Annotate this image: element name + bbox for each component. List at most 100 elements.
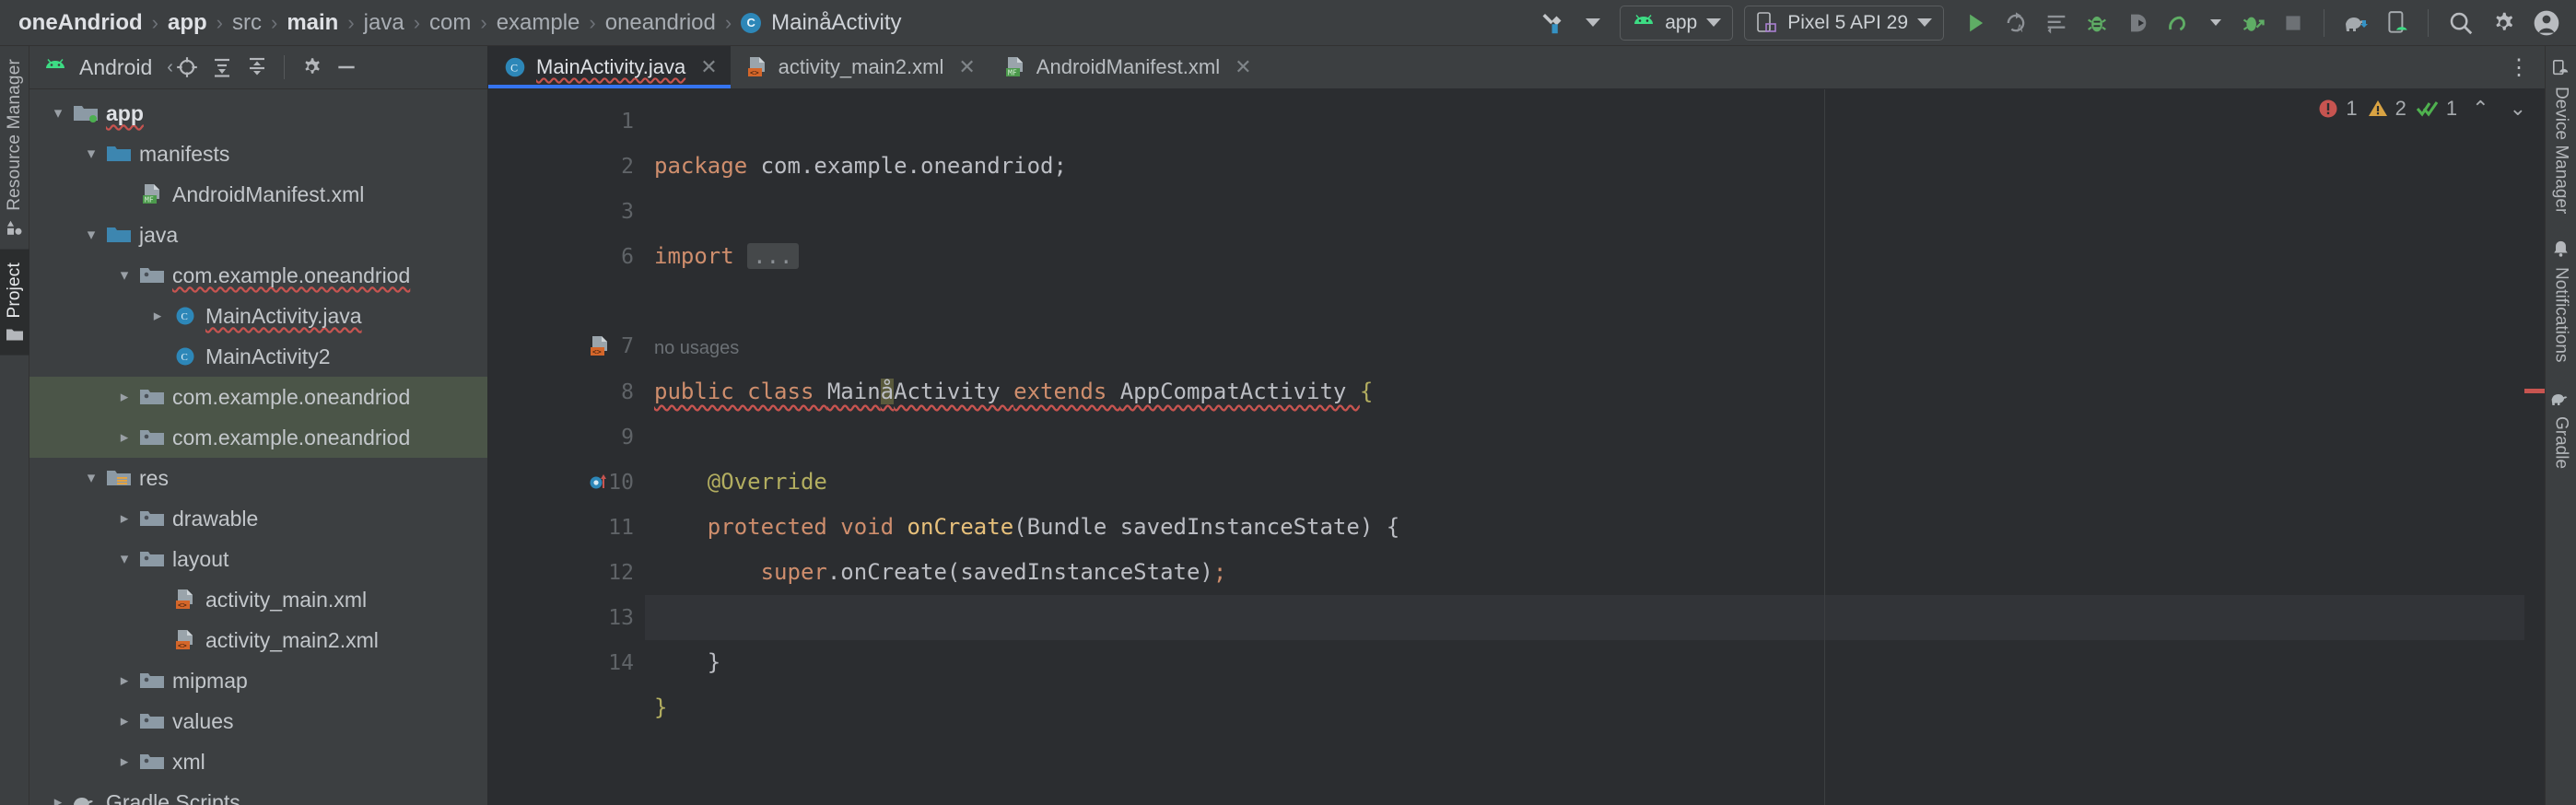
device-selector[interactable]: Pixel 5 API 29 (1744, 5, 1944, 41)
tree-node-package-oneandriod-3[interactable]: ▸ com.example.oneandriod (29, 417, 487, 458)
error-count[interactable]: 1 (2317, 97, 2358, 121)
apply-changes-button[interactable]: A (1997, 6, 2034, 41)
run-button[interactable] (1957, 6, 1994, 41)
gear-icon[interactable] (2484, 6, 2523, 41)
profiler-button[interactable] (2160, 6, 2196, 41)
profiler-dropdown-caret[interactable] (2200, 6, 2231, 41)
chevron-down-icon[interactable]: ▾ (46, 104, 70, 122)
run-configuration-selector[interactable]: app (1620, 5, 1734, 41)
tree-node-app[interactable]: ▾ app (29, 93, 487, 134)
run-with-coverage-button[interactable] (2119, 6, 2156, 41)
tab-androidmanifest-xml[interactable]: MF AndroidManifest.xml ✕ (989, 46, 1265, 88)
inspections-widget[interactable]: 1 2 1 ⌃ ⌄ (2317, 97, 2532, 121)
tree-node-drawable[interactable]: ▸ drawable (29, 498, 487, 539)
sidebar-item-project[interactable]: Project (0, 249, 29, 356)
collapse-all-button[interactable] (241, 52, 273, 83)
close-icon[interactable]: ✕ (958, 55, 975, 79)
next-problem-button[interactable]: ⌄ (2504, 97, 2532, 121)
manifest-file-icon: MF (1003, 55, 1027, 79)
attach-debugger-button[interactable] (2235, 6, 2272, 41)
breadcrumb-item-example[interactable]: example (493, 10, 584, 36)
editor-split-divider[interactable] (1824, 89, 1825, 805)
tree-node-package-oneandriod[interactable]: ▾ com.example.oneandriod (29, 255, 487, 296)
chevron-right-icon[interactable]: ▸ (112, 671, 136, 690)
tree-node-mipmap[interactable]: ▸ mipmap (29, 660, 487, 701)
breadcrumb-item-oneandriod[interactable]: oneAndriod (15, 10, 146, 36)
right-tool-rail: Device Manager Notifications Gradle (2545, 46, 2576, 805)
chevron-down-icon[interactable]: ▾ (79, 469, 103, 487)
chevron-down-icon[interactable]: ▾ (112, 550, 136, 568)
chevron-right-icon[interactable]: ▸ (112, 428, 136, 447)
breadcrumb-item-main[interactable]: main (283, 10, 342, 36)
tree-node-values[interactable]: ▸ values (29, 701, 487, 741)
chevron-right-icon[interactable]: ▸ (112, 509, 136, 528)
chevron-right-icon[interactable]: ▸ (112, 388, 136, 406)
chevron-right-icon[interactable]: ▸ (146, 307, 170, 325)
build-hammer-icon[interactable] (1535, 6, 1574, 41)
collapsed-imports-chip[interactable]: ... (747, 243, 799, 269)
tree-node-mainactivity2[interactable]: ▸ C MainActivity2 (29, 336, 487, 377)
layout-file-gutter-icon[interactable]: <> (588, 334, 612, 358)
close-icon[interactable]: ✕ (1235, 55, 1251, 79)
editor-gutter[interactable]: 1 2 3 ⊞ 6 7 <> (488, 89, 662, 805)
gradle-sync-button[interactable] (2337, 6, 2376, 41)
tree-node-layout[interactable]: ▾ layout (29, 539, 487, 579)
project-tree[interactable]: ▾ app ▾ manifests MF AndroidManifest.xml… (29, 89, 487, 805)
inspection-ok-count[interactable]: 1 (2416, 97, 2457, 121)
chevron-down-icon[interactable]: ▾ (79, 145, 103, 163)
code-text-pane[interactable]: package com.example.oneandriod; import .… (645, 89, 2524, 805)
sidebar-item-notifications[interactable]: Notifications (2551, 227, 2571, 376)
close-icon[interactable]: ✕ (700, 55, 717, 79)
breadcrumb-item-class[interactable]: C MainåActivity (737, 10, 905, 36)
tab-mainactivity-java[interactable]: C MainActivity.java ✕ (488, 46, 731, 88)
chevron-down-icon[interactable]: ▾ (112, 266, 136, 285)
sidebar-item-resource-manager[interactable]: Resource Manager (5, 46, 25, 250)
apply-code-changes-button[interactable] (2038, 6, 2075, 41)
breadcrumb-item-java[interactable]: java (360, 10, 408, 36)
expand-all-button[interactable] (206, 52, 238, 83)
select-opened-file-button[interactable] (171, 52, 203, 83)
build-dropdown-caret[interactable] (1577, 6, 1609, 41)
chevron-right-icon[interactable]: ▸ (112, 752, 136, 771)
chevron-right-icon[interactable]: ▸ (112, 712, 136, 730)
code-editor[interactable]: 1 2 3 ⊞ 6 7 <> (488, 89, 2545, 805)
error-marker[interactable] (2524, 389, 2545, 393)
tree-node-manifests[interactable]: ▾ manifests (29, 134, 487, 174)
chevron-down-icon[interactable]: ▾ (79, 226, 103, 244)
override-method-gutter-icon[interactable] (588, 471, 610, 495)
breadcrumb-item-com[interactable]: com (426, 10, 474, 36)
ok-count-label: 1 (2445, 97, 2458, 120)
tree-node-package-oneandriod-2[interactable]: ▸ com.example.oneandriod (29, 377, 487, 417)
tree-node-java[interactable]: ▾ java (29, 215, 487, 255)
account-icon[interactable] (2526, 6, 2567, 41)
chevron-right-icon[interactable]: ▸ (46, 793, 70, 805)
tree-node-activity-main2-xml[interactable]: ▸ <> activity_main2.xml (29, 620, 487, 660)
editor-marker-bar[interactable] (2524, 89, 2545, 805)
tree-node-mainactivity-java[interactable]: ▸ C MainActivity.java (29, 296, 487, 336)
stop-button[interactable] (2276, 6, 2311, 41)
breadcrumb-item-app[interactable]: app (164, 10, 211, 36)
tree-node-label: app (106, 100, 144, 125)
code-content[interactable]: package com.example.oneandriod; import .… (645, 89, 2524, 776)
avd-manager-button[interactable] (2380, 6, 2415, 41)
debug-button[interactable] (2078, 6, 2115, 41)
tree-node-gradle-scripts[interactable]: ▸ Gradle Scripts (29, 782, 487, 805)
tab-label: MainActivity.java (536, 55, 686, 78)
minimize-icon[interactable] (331, 52, 362, 83)
tab-activity-main2-xml[interactable]: <> activity_main2.xml ✕ (731, 46, 989, 88)
tree-node-res[interactable]: ▾ res (29, 458, 487, 498)
gear-icon[interactable] (296, 52, 327, 83)
breadcrumb-item-src[interactable]: src (228, 10, 265, 36)
line-number: 8 (621, 379, 634, 404)
sidebar-item-gradle[interactable]: Gradle (2550, 376, 2572, 482)
sidebar-item-device-manager[interactable]: Device Manager (2551, 46, 2571, 227)
tree-node-xml[interactable]: ▸ xml (29, 741, 487, 782)
editor-tabs-overflow-menu[interactable]: ⋮ (2493, 46, 2545, 88)
previous-problem-button[interactable]: ⌃ (2466, 97, 2494, 121)
breadcrumb-item-oneandriod-pkg[interactable]: oneandriod (602, 10, 720, 36)
tree-node-androidmanifest-xml[interactable]: ▸ MF AndroidManifest.xml (29, 174, 487, 215)
tree-node-activity-main-xml[interactable]: ▸ <> activity_main.xml (29, 579, 487, 620)
warning-count[interactable]: 2 (2367, 97, 2406, 121)
search-icon[interactable] (2441, 6, 2480, 41)
